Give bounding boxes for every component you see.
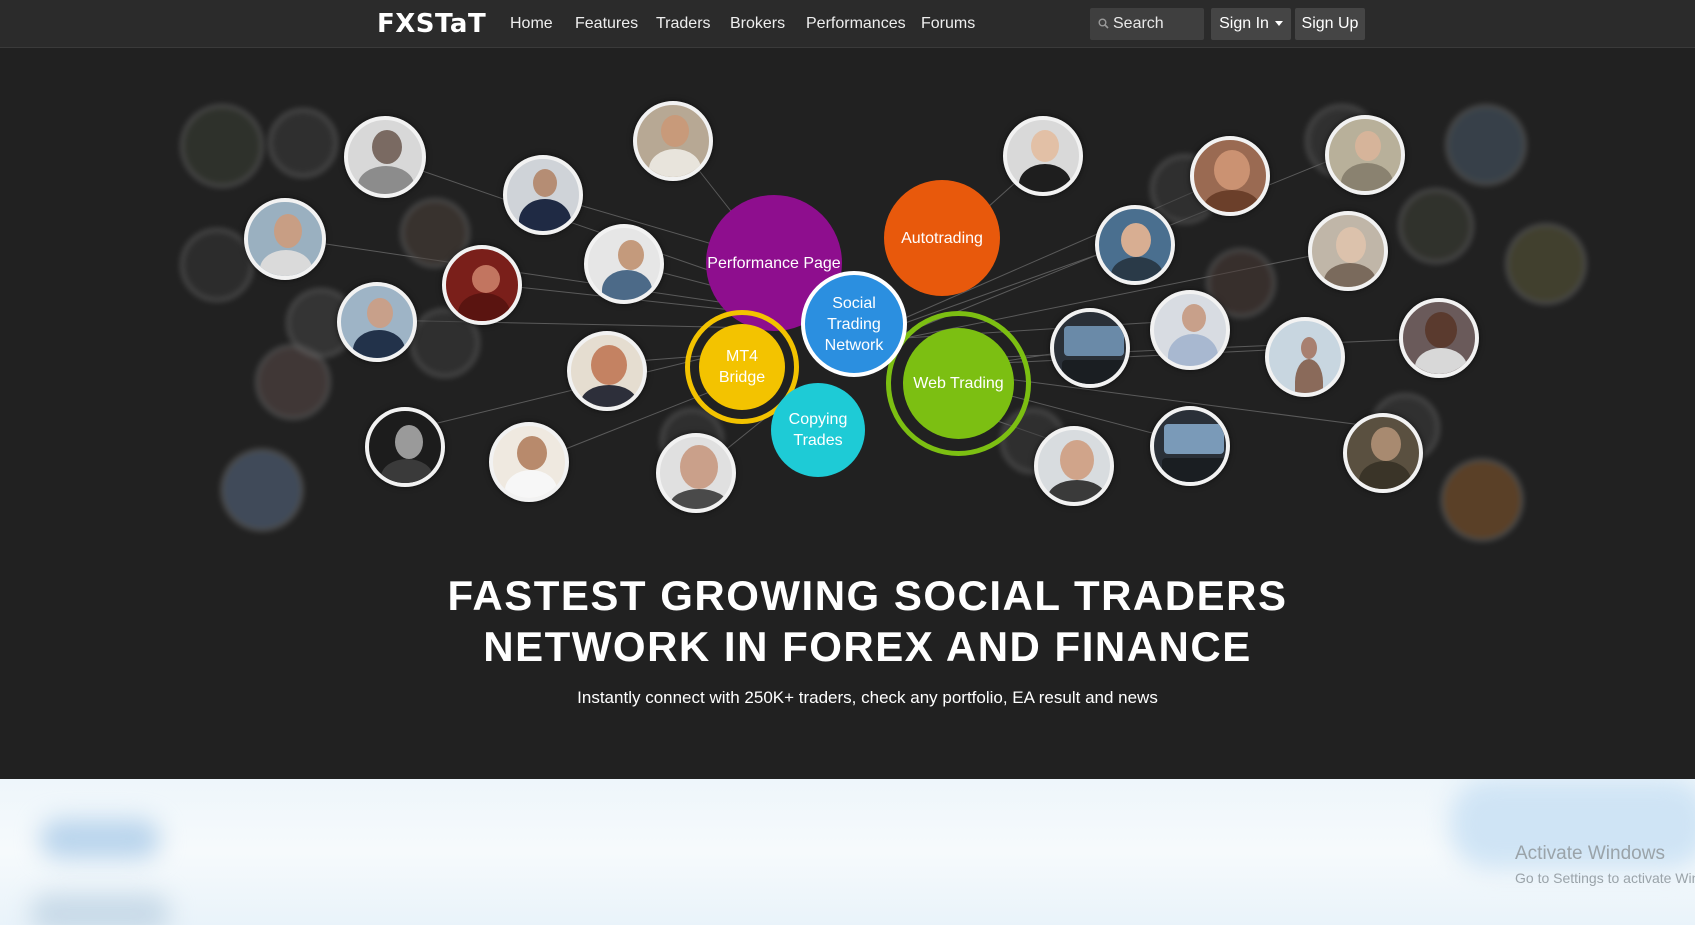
blurred-avatar — [180, 228, 254, 302]
blurred-avatar — [1398, 188, 1474, 264]
caret-down-icon — [1274, 21, 1283, 27]
sign-up-button[interactable]: Sign Up — [1295, 8, 1365, 40]
sign-in-dropdown-button[interactable]: Sign In — [1211, 8, 1291, 40]
trader-avatar[interactable] — [1003, 116, 1083, 196]
hero-headline: FASTEST GROWING SOCIAL TRADERS NETWORK I… — [0, 570, 1695, 672]
windows-activation-subtitle: Go to Settings to activate Windows. — [1515, 870, 1695, 886]
social-trading-network-bubble[interactable]: Social Trading Network — [801, 271, 907, 377]
trader-avatar[interactable] — [1399, 298, 1479, 378]
hero-headline-line2: NETWORK IN FOREX AND FINANCE — [483, 623, 1252, 670]
trader-avatar[interactable] — [1325, 115, 1405, 195]
nav-traders[interactable]: Traders — [656, 15, 711, 33]
lower-section: Activate Windows Go to Settings to activ… — [0, 779, 1695, 925]
nav-brokers[interactable]: Brokers — [730, 15, 785, 33]
trader-avatar[interactable] — [1308, 211, 1388, 291]
trader-avatar[interactable] — [633, 101, 713, 181]
trader-avatar[interactable] — [1150, 406, 1230, 486]
hero-subtitle: Instantly connect with 250K+ traders, ch… — [577, 688, 1158, 707]
trader-avatar[interactable] — [344, 116, 426, 198]
blurred-avatar — [1445, 104, 1527, 186]
trader-avatar[interactable] — [503, 155, 583, 235]
trader-avatar[interactable] — [442, 245, 522, 325]
trader-avatar[interactable] — [1150, 290, 1230, 370]
nav-forums[interactable]: Forums — [921, 15, 975, 33]
windows-activation-title: Activate Windows — [1515, 843, 1665, 864]
blurred-shape — [40, 819, 160, 859]
blurred-avatar — [1440, 458, 1524, 542]
web-trading-bubble[interactable]: Web Trading — [903, 328, 1014, 439]
autotrading-bubble[interactable]: Autotrading — [884, 180, 1000, 296]
trader-avatar[interactable] — [1343, 413, 1423, 493]
hero-section: Performance Page Autotrading MT4 Bridge … — [0, 48, 1695, 779]
copying-trades-bubble[interactable]: Copying Trades — [771, 383, 865, 477]
search-input[interactable] — [1113, 8, 1201, 40]
blurred-avatar — [180, 104, 264, 188]
top-navbar: FXSTaT Home Features Traders Brokers Per… — [0, 0, 1695, 48]
blurred-avatar — [1505, 223, 1587, 305]
trader-avatar[interactable] — [337, 282, 417, 362]
trader-avatar[interactable] — [244, 198, 326, 280]
trader-avatar[interactable] — [1190, 136, 1270, 216]
trader-avatar[interactable] — [656, 433, 736, 513]
nav-features[interactable]: Features — [575, 15, 638, 33]
blurred-shape — [30, 894, 170, 925]
nav-performances[interactable]: Performances — [806, 15, 906, 33]
search-icon — [1098, 18, 1109, 29]
trader-avatar[interactable] — [584, 224, 664, 304]
blurred-avatar — [268, 108, 338, 178]
nav-home[interactable]: Home — [510, 15, 553, 33]
mt4-bridge-bubble[interactable]: MT4 Bridge — [699, 324, 785, 410]
trader-avatar[interactable] — [1034, 426, 1114, 506]
trader-avatar[interactable] — [1265, 317, 1345, 397]
search-box[interactable] — [1090, 8, 1204, 40]
trader-avatar[interactable] — [365, 407, 445, 487]
trader-avatar[interactable] — [1095, 205, 1175, 285]
blurred-avatar — [220, 448, 304, 532]
sign-in-label: Sign In — [1219, 15, 1269, 32]
hero-headline-line1: FASTEST GROWING SOCIAL TRADERS — [447, 572, 1288, 619]
trader-avatar[interactable] — [1050, 308, 1130, 388]
trader-avatar[interactable] — [567, 331, 647, 411]
fxstat-logo[interactable]: FXSTaT — [377, 9, 486, 39]
trader-avatar[interactable] — [489, 422, 569, 502]
